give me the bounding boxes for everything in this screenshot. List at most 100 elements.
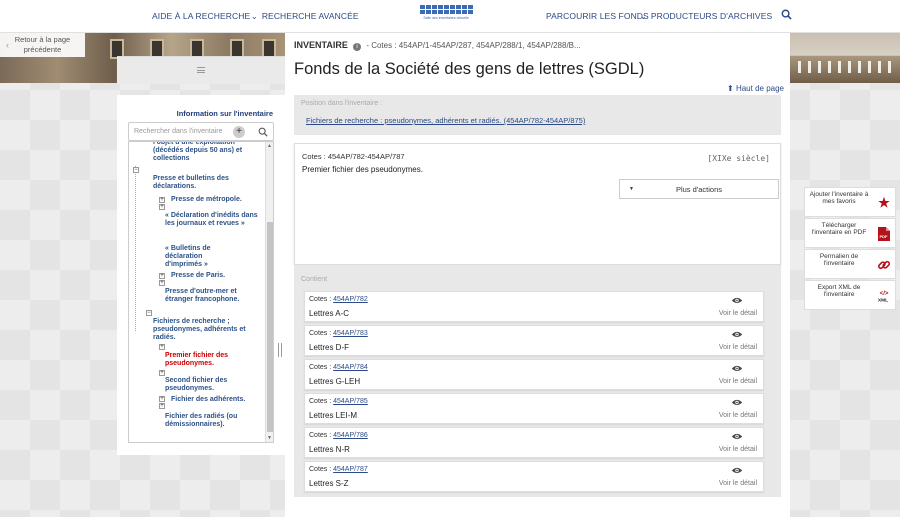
child-title: Lettres A-C: [309, 309, 350, 318]
add-to-favorites-button[interactable]: Ajouter l'inventaire à mes favoris ★: [804, 187, 896, 217]
more-actions-label: Plus d'actions: [675, 185, 723, 194]
hamburger-icon[interactable]: [197, 67, 205, 73]
inventory-cotes: - Cotes : 454AP/1-454AP/287, 454AP/288/1…: [366, 41, 581, 50]
child-cotes: Cotes : 454AP/782: [309, 296, 368, 303]
scrollbar-thumb[interactable]: [267, 222, 273, 432]
voir-le-detail-link[interactable]: Voir le détail: [719, 446, 757, 453]
child-title: Lettres S-Z: [309, 479, 349, 488]
tree-node[interactable]: « Déclaration d'inédits dans les journau…: [165, 212, 261, 228]
child-record[interactable]: Cotes : 454AP/787 Lettres S-Z Voir le dé…: [304, 461, 764, 492]
inventory-position-box: Position dans l'inventaire : Fichiers de…: [294, 95, 781, 135]
tree-node[interactable]: Presse de Paris.: [171, 272, 261, 280]
more-actions-dropdown[interactable]: ▼ Plus d'actions: [619, 179, 779, 199]
chevron-down-icon: ⌄: [640, 12, 647, 21]
child-record[interactable]: Cotes : 454AP/783 Lettres D-F Voir le dé…: [304, 325, 764, 356]
tree-node[interactable]: Presse et bulletins des déclarations.: [153, 175, 258, 191]
nav-producteurs-archives[interactable]: ⌄ PRODUCTEURS D'ARCHIVES: [640, 11, 772, 21]
tree-node[interactable]: Presse de métropole.: [171, 196, 261, 204]
plus-icon[interactable]: +: [233, 126, 245, 138]
pdf-label: Télécharger l'inventaire en PDF: [811, 222, 867, 236]
inventory-tree: l'objet d'une exploitation (décédés depu…: [128, 141, 274, 443]
voir-le-detail-link[interactable]: Voir le détail: [719, 344, 757, 351]
child-cote-link[interactable]: 454AP/782: [333, 296, 368, 303]
child-cotes: Cotes : 454AP/787: [309, 466, 368, 473]
expand-toggle[interactable]: +: [159, 273, 165, 279]
tree-node[interactable]: Fichier des radiés (ou démissionnaires).: [165, 413, 261, 429]
tree-node[interactable]: Presse d'outre-mer et étranger francopho…: [165, 288, 265, 304]
child-cote-link[interactable]: 454AP/785: [333, 398, 368, 405]
child-cotes: Cotes : 454AP/785: [309, 398, 368, 405]
voir-le-detail-link[interactable]: Voir le détail: [719, 412, 757, 419]
nav-recherche-avancee[interactable]: ⌄ RECHERCHE AVANCÉE: [251, 11, 359, 21]
eye-icon[interactable]: [731, 398, 743, 407]
tree-node[interactable]: « Bulletins de déclaration d'imprimés »: [165, 245, 241, 269]
child-record[interactable]: Cotes : 454AP/782 Lettres A-C Voir le dé…: [304, 291, 764, 322]
permalink-button[interactable]: Permalien de l'inventaire: [804, 249, 896, 279]
tree-node-active[interactable]: Premier fichier des pseudonymes.: [165, 352, 255, 368]
download-pdf-button[interactable]: Télécharger l'inventaire en PDF PDF: [804, 218, 896, 248]
inventory-search-field[interactable]: Rechercher dans l'inventaire +: [128, 122, 274, 141]
header-photo-right: [790, 33, 900, 83]
eye-icon[interactable]: [731, 432, 743, 441]
search-icon[interactable]: [781, 9, 792, 20]
inventory-sidebar: Information sur l'inventaire Rechercher …: [117, 95, 285, 455]
nav-recherche-avancee-label: RECHERCHE AVANCÉE: [261, 11, 359, 21]
back-to-previous-page[interactable]: ‹ Retour à la page précédente: [0, 33, 85, 57]
back-line-1: Retour à la page: [14, 35, 71, 44]
sidebar-toggle-bar[interactable]: [117, 56, 285, 84]
child-cote-link[interactable]: 454AP/787: [333, 466, 368, 473]
tree-scrollbar[interactable]: ▲ ▼: [265, 142, 273, 442]
nav-parcourir-fonds[interactable]: PARCOURIR LES FONDS: [546, 11, 649, 21]
inventory-header-line: INVENTAIRE i - Cotes : 454AP/1-454AP/287…: [294, 40, 581, 51]
child-record[interactable]: Cotes : 454AP/784 Lettres G-LEH Voir le …: [304, 359, 764, 390]
site-logo[interactable]: Salle des inventaires virtuelle: [420, 5, 473, 28]
info-icon[interactable]: i: [353, 43, 362, 51]
child-cote-link[interactable]: 454AP/784: [333, 364, 368, 371]
voir-le-detail-link[interactable]: Voir le détail: [719, 378, 757, 385]
nav-producteurs-label: PRODUCTEURS D'ARCHIVES: [650, 11, 773, 21]
child-cote-link[interactable]: 454AP/786: [333, 432, 368, 439]
child-title: Lettres LEI-M: [309, 411, 358, 420]
search-icon[interactable]: [258, 127, 268, 137]
back-line-2: précédente: [23, 45, 62, 54]
expand-toggle[interactable]: +: [159, 344, 165, 350]
child-cotes: Cotes : 454AP/783: [309, 330, 368, 337]
tree-node[interactable]: Fichiers de recherche ; pseudonymes, adh…: [153, 318, 263, 342]
tree-node[interactable]: Fichier des adhérents.: [171, 396, 261, 404]
scroll-up-icon[interactable]: ▲: [267, 143, 272, 149]
caret-down-icon: ▼: [629, 186, 634, 192]
search-placeholder[interactable]: Rechercher dans l'inventaire: [134, 128, 223, 135]
eye-icon[interactable]: [731, 330, 743, 339]
chevron-down-icon: ⌄: [251, 12, 258, 21]
eye-icon[interactable]: [731, 364, 743, 373]
expand-toggle[interactable]: +: [159, 396, 165, 402]
star-icon: ★: [878, 195, 890, 210]
back-to-top-link[interactable]: ⬆ Haut de page: [727, 84, 784, 93]
voir-le-detail-link[interactable]: Voir le détail: [719, 310, 757, 317]
scroll-down-icon[interactable]: ▼: [267, 435, 272, 441]
collapse-toggle[interactable]: −: [146, 310, 152, 316]
expand-toggle[interactable]: +: [159, 204, 165, 210]
inventory-label: INVENTAIRE: [294, 40, 348, 50]
voir-le-detail-link[interactable]: Voir le détail: [719, 480, 757, 487]
record-date: [XIXe siècle]: [707, 154, 770, 163]
expand-toggle[interactable]: +: [159, 403, 165, 409]
child-record[interactable]: Cotes : 454AP/785 Lettres LEI-M Voir le …: [304, 393, 764, 424]
haut-de-page-label: Haut de page: [735, 84, 784, 93]
tree-node[interactable]: Second fichier des pseudonymes.: [165, 377, 255, 393]
panel-resize-handle[interactable]: [278, 343, 282, 357]
collapse-toggle[interactable]: −: [133, 167, 139, 173]
expand-toggle[interactable]: +: [159, 280, 165, 286]
eye-icon[interactable]: [731, 466, 743, 475]
record-description: Premier fichier des pseudonymes.: [302, 165, 423, 174]
expand-toggle[interactable]: +: [159, 370, 165, 376]
tree-node[interactable]: l'objet d'une exploitation (décédés depu…: [153, 142, 263, 163]
expand-toggle[interactable]: +: [159, 197, 165, 203]
export-xml-button[interactable]: Export XML de l'inventaire </> XML: [804, 280, 896, 310]
svg-text:</>: </>: [880, 290, 889, 297]
eye-icon[interactable]: [731, 296, 743, 305]
child-cote-link[interactable]: 454AP/783: [333, 330, 368, 337]
position-link[interactable]: Fichiers de recherche : pseudonymes, adh…: [306, 116, 585, 125]
child-record[interactable]: Cotes : 454AP/786 Lettres N-R Voir le dé…: [304, 427, 764, 458]
nav-aide-recherche[interactable]: AIDE À LA RECHERCHE: [152, 11, 250, 21]
